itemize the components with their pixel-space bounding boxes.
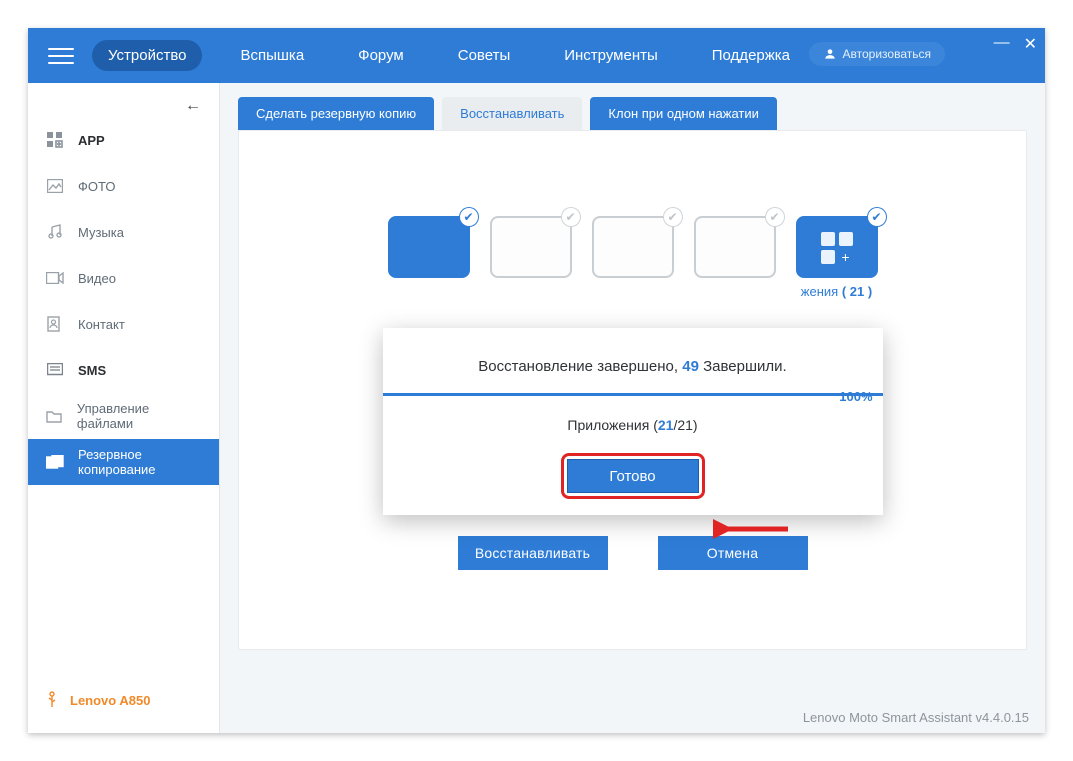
nav-tab-tools[interactable]: Инструменты [548,40,674,71]
sidebar-item-label: Видео [78,271,116,286]
backup-icon [46,453,64,471]
subtab-restore[interactable]: Восстанавливать [442,97,582,130]
nav-tabs: Устройство Вспышка Форум Советы Инструме… [92,40,806,71]
auth-label: Авторизоваться [843,47,931,61]
restore-complete-dialog: Восстановление завершено, 49 Завершили. … [383,328,883,515]
nav-tab-device[interactable]: Устройство [92,40,202,71]
restore-button[interactable]: Восстанавливать [458,536,608,570]
hamburger-icon[interactable] [48,43,74,69]
check-icon: ✔ [562,208,580,226]
category-row: ✔ ✔ ✔ ✔ ✔ + жения ( 21 ) [238,130,1027,299]
sidebar-item-music[interactable]: Музыка [28,209,219,255]
category-tile[interactable]: ✔ [388,216,470,278]
version-footer: Lenovo Moto Smart Assistant v4.4.0.15 [803,710,1029,725]
sidebar-item-video[interactable]: Видео [28,255,219,301]
sidebar-item-label: APP [78,133,105,148]
modal-status-line: Восстановление завершено, 49 Завершили. [383,358,883,375]
device-label: Lenovo A850 [70,693,150,708]
auth-button[interactable]: Авторизоваться [809,42,945,66]
folder-icon [46,407,63,425]
nav-tab-flash[interactable]: Вспышка [224,40,320,71]
sidebar-item-label: Резервное копирование [78,447,201,477]
music-icon [46,223,64,241]
category-tile-apps[interactable]: ✔ + [796,216,878,278]
progress-percent: 100% [839,389,872,404]
nav-tab-forum[interactable]: Форум [342,40,420,71]
sidebar-item-label: ФОТО [78,179,115,194]
subtab-backup[interactable]: Сделать резервную копию [238,97,434,130]
apps-icon: + [821,232,853,264]
close-icon[interactable]: ✕ [1024,34,1037,54]
check-icon: ✔ [766,208,784,226]
done-button-highlight: Готово [567,459,699,493]
check-icon: ✔ [460,208,478,226]
app-window: Устройство Вспышка Форум Советы Инструме… [28,28,1045,733]
category-tile[interactable]: ✔ [694,216,776,278]
sidebar-item-label: SMS [78,363,106,378]
minimize-icon[interactable]: — [994,34,1010,54]
modal-sub-line: Приложения (21/21) [383,417,883,433]
panel-button-row: Восстанавливать Отмена [238,536,1027,570]
check-icon: ✔ [664,208,682,226]
sidebar: ← APP ФОТО Музыка Видео Контакт [28,83,220,733]
back-icon[interactable]: ← [185,97,201,115]
video-icon [46,269,64,287]
device-row[interactable]: Lenovo A850 [28,691,219,709]
contact-icon [46,315,64,333]
sidebar-item-label: Музыка [78,225,124,240]
category-tile[interactable]: ✔ [592,216,674,278]
sidebar-item-photo[interactable]: ФОТО [28,163,219,209]
body: ← APP ФОТО Музыка Видео Контакт [28,83,1045,733]
window-controls: — ✕ [994,34,1037,54]
usb-icon [46,691,58,709]
user-icon [823,47,837,61]
sms-icon [46,361,64,379]
sidebar-item-label: Контакт [78,317,125,332]
grid-icon [46,131,64,149]
sidebar-item-app[interactable]: APP [28,117,219,163]
subtab-oneclone[interactable]: Клон при одном нажатии [590,97,776,130]
sidebar-item-contact[interactable]: Контакт [28,301,219,347]
progress-bar: 100% [383,393,883,411]
topbar: Устройство Вспышка Форум Советы Инструме… [28,28,1045,83]
check-icon: ✔ [868,208,886,226]
sidebar-item-backup[interactable]: Резервное копирование [28,439,219,485]
sidebar-item-label: Управление файлами [77,401,201,431]
nav-tab-support[interactable]: Поддержка [696,40,806,71]
category-tile[interactable]: ✔ [490,216,572,278]
cancel-button[interactable]: Отмена [658,536,808,570]
photo-icon [46,177,64,195]
subtabs: Сделать резервную копию Восстанавливать … [238,97,1027,130]
category-caption: жения ( 21 ) [801,284,872,299]
sidebar-item-files[interactable]: Управление файлами [28,393,219,439]
nav-tab-tips[interactable]: Советы [442,40,526,71]
sidebar-item-sms[interactable]: SMS [28,347,219,393]
